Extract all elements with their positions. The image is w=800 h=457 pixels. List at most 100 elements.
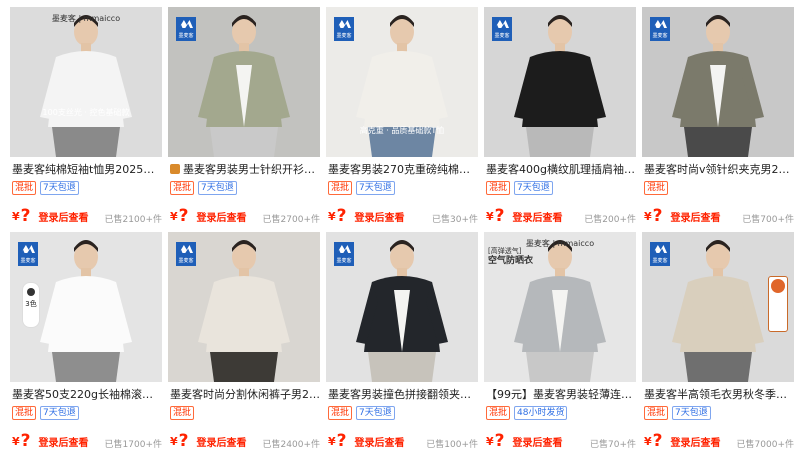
price-row: ¥? 登录后查看	[170, 206, 247, 226]
hidden-price-mark: ?	[20, 431, 31, 451]
product-title[interactable]: 墨麦客时尚分割休闲裤子男202...	[170, 388, 320, 402]
sold-count: 已售2100+件	[104, 215, 162, 225]
brand-logo-icon: 墨麦客	[176, 17, 196, 41]
product-image[interactable]: 墨麦客	[326, 232, 478, 382]
product-tag: 混批	[12, 181, 37, 195]
currency-symbol: ¥	[486, 434, 494, 448]
tag-list: 混批	[644, 181, 669, 197]
login-to-view-link[interactable]: 登录后查看	[355, 209, 405, 224]
product-card[interactable]: 墨麦客 | mmaicco 100支丝光 · 控色基础款墨麦客纯棉短袖t恤男202…	[10, 7, 162, 231]
login-to-view-link[interactable]: 登录后查看	[197, 434, 247, 449]
product-tag: 7天包退	[40, 406, 79, 420]
product-tag: 混批	[170, 181, 195, 195]
sold-count: 已售700+件	[742, 215, 794, 225]
hidden-price-mark: ?	[336, 206, 347, 226]
sold-count: 已售100+件	[426, 440, 478, 450]
product-card[interactable]: 墨麦客 墨麦客400g横纹肌理插肩袖外... 混批 7天包退 ¥? 登录后查看 已售200+…	[484, 7, 636, 231]
product-title-text: 墨麦客时尚分割休闲裤子男202...	[170, 388, 320, 401]
product-title-text: 墨麦客男装撞色拼接翻领夹克...	[328, 388, 478, 401]
product-image[interactable]: 墨麦客	[642, 7, 794, 157]
product-title[interactable]: 墨麦客男装男士针织开衫2...	[170, 163, 320, 177]
product-title[interactable]: 墨麦客男装撞色拼接翻领夹克...	[328, 388, 478, 402]
sold-count: 已售70+件	[590, 440, 636, 450]
price-row: ¥? 登录后查看	[486, 431, 563, 451]
login-to-view-link[interactable]: 登录后查看	[355, 434, 405, 449]
tag-list: 混批 7天包退	[644, 406, 711, 422]
product-card[interactable]: 墨麦客墨麦客半高领毛衣男秋冬季百... 混批 7天包退 ¥? 登录后查看 已售7000+件	[642, 232, 794, 456]
logo-text: 墨麦客	[178, 258, 194, 264]
product-card[interactable]: 墨麦客 墨麦客男装撞色拼接翻领夹克... 混批 7天包退 ¥? 登录后查看 已售100+件	[326, 232, 478, 456]
login-to-view-link[interactable]: 登录后查看	[513, 209, 563, 224]
product-title-text: 墨麦客男装男士针织开衫2...	[183, 163, 320, 176]
product-tag: 混批	[12, 406, 37, 420]
tag-list: 混批 7天包退	[12, 181, 79, 197]
product-title-text: 墨麦客50支220g长袖棉滚氨长...	[12, 388, 162, 401]
sold-count: 已售2400+件	[262, 440, 320, 450]
brand-logo-icon: 墨麦客	[176, 242, 196, 266]
product-image[interactable]: 墨麦客	[168, 7, 320, 157]
product-title[interactable]: 墨麦客400g横纹肌理插肩袖外...	[486, 163, 636, 177]
product-card[interactable]: 墨麦客墨麦客时尚v领针织夹克男2025... 混批 ¥? 登录后查看 已售700+件	[642, 7, 794, 231]
login-to-view-link[interactable]: 登录后查看	[671, 434, 721, 449]
product-title[interactable]: 墨麦客纯棉短袖t恤男2025夏长...	[12, 163, 162, 177]
hidden-price-mark: ?	[20, 206, 31, 226]
login-to-view-link[interactable]: 登录后查看	[513, 434, 563, 449]
product-card[interactable]: 墨麦客 3色 墨麦客50支220g长袖棉滚氨长... 混批 7天包退 ¥? 登录后查看 已售1…	[10, 232, 162, 456]
hidden-price-mark: ?	[178, 206, 189, 226]
product-tag: 7天包退	[198, 181, 237, 195]
sold-count: 已售7000+件	[736, 440, 794, 450]
product-tag: 7天包退	[672, 406, 711, 420]
product-title[interactable]: 墨麦客时尚v领针织夹克男2025...	[644, 163, 794, 177]
product-title-text: 墨麦客半高领毛衣男秋冬季百...	[644, 388, 794, 401]
product-card[interactable]: 墨麦客 | mmaicco [高弹透气] 空气防晒衣【99元】墨麦客男装轻薄连帽..…	[484, 232, 636, 456]
product-card[interactable]: 墨麦客 高克重 · 品质基础款T恤墨麦客男装270克重磅纯棉长... 混批 7天包退 ¥…	[326, 7, 478, 231]
product-tag: 混批	[328, 406, 353, 420]
product-image[interactable]: 墨麦客 | mmaicco [高弹透气] 空气防晒衣	[484, 232, 636, 382]
tag-list: 混批 7天包退	[328, 181, 395, 197]
product-card[interactable]: 墨麦客 墨麦客时尚分割休闲裤子男202... 混批 ¥? 登录后查看 已售2400+件	[168, 232, 320, 456]
logo-text: 墨麦客	[336, 33, 352, 39]
price-row: ¥? 登录后查看	[12, 206, 89, 226]
product-tag: 7天包退	[514, 181, 553, 195]
brand-logo-icon: 墨麦客	[492, 17, 512, 41]
login-to-view-link[interactable]: 登录后查看	[197, 209, 247, 224]
product-image[interactable]: 墨麦客 | mmaicco 100支丝光 · 控色基础款	[10, 7, 162, 157]
product-title[interactable]: 墨麦客50支220g长袖棉滚氨长...	[12, 388, 162, 402]
price-row: ¥? 登录后查看	[12, 431, 89, 451]
product-title-text: 【99元】墨麦客男装轻薄连帽...	[486, 388, 636, 401]
logo-text: 墨麦客	[20, 258, 36, 264]
product-title[interactable]: 墨麦客半高领毛衣男秋冬季百...	[644, 388, 794, 402]
currency-symbol: ¥	[328, 209, 336, 223]
login-to-view-link[interactable]: 登录后查看	[39, 434, 89, 449]
currency-symbol: ¥	[644, 209, 652, 223]
currency-symbol: ¥	[328, 434, 336, 448]
tag-list: 混批 48小时发货	[486, 406, 568, 422]
login-to-view-link[interactable]: 登录后查看	[39, 209, 89, 224]
hidden-price-mark: ?	[494, 206, 505, 226]
product-image[interactable]: 墨麦客 高克重 · 品质基础款T恤	[326, 7, 478, 157]
product-image[interactable]: 墨麦客	[642, 232, 794, 382]
product-image[interactable]: 墨麦客 3色	[10, 232, 162, 382]
price-row: ¥? 登录后查看	[644, 431, 721, 451]
product-tag: 混批	[328, 181, 353, 195]
product-tag: 混批	[644, 406, 669, 420]
hidden-price-mark: ?	[652, 206, 663, 226]
hot-badge-icon	[768, 276, 788, 332]
sold-count: 已售200+件	[584, 215, 636, 225]
product-card[interactable]: 墨麦客 墨麦客男装男士针织开衫2... 混批 7天包退 ¥? 登录后查看 已售2700+件	[168, 7, 320, 231]
price-row: ¥? 登录后查看	[644, 206, 721, 226]
product-title[interactable]: 墨麦客男装270克重磅纯棉长...	[328, 163, 478, 177]
product-image[interactable]: 墨麦客	[484, 7, 636, 157]
tag-list: 混批	[170, 406, 195, 422]
sold-count: 已售30+件	[432, 215, 478, 225]
logo-text: 墨麦客	[336, 258, 352, 264]
product-image[interactable]: 墨麦客	[168, 232, 320, 382]
price-row: ¥? 登录后查看	[486, 206, 563, 226]
product-title[interactable]: 【99元】墨麦客男装轻薄连帽...	[486, 388, 636, 402]
hidden-price-mark: ?	[336, 431, 347, 451]
tag-list: 混批 7天包退	[170, 181, 237, 197]
color-count-text: 3色	[25, 300, 37, 308]
login-to-view-link[interactable]: 登录后查看	[671, 209, 721, 224]
price-row: ¥? 登录后查看	[328, 206, 405, 226]
currency-symbol: ¥	[12, 434, 20, 448]
